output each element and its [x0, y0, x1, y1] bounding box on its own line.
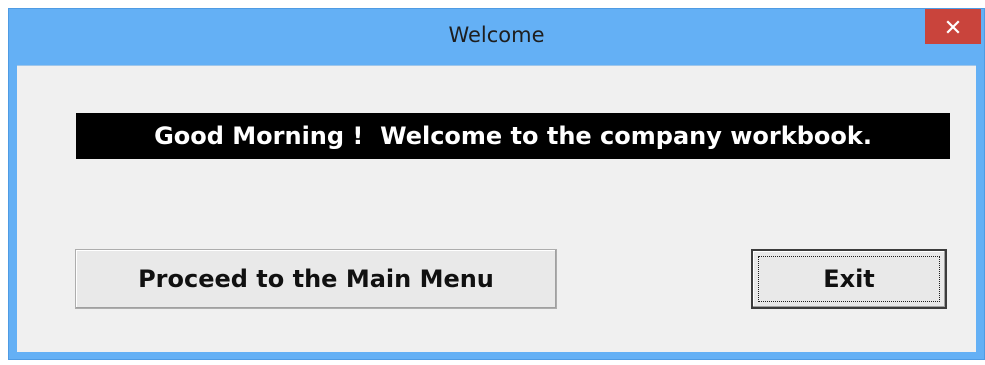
window-title: Welcome [448, 23, 545, 47]
proceed-button-label: Proceed to the Main Menu [138, 265, 494, 293]
welcome-dialog: Welcome Good Morning ! Welcome to the co… [8, 8, 985, 360]
close-button[interactable] [925, 9, 981, 44]
greeting-banner: Good Morning ! Welcome to the company wo… [76, 113, 950, 159]
proceed-main-menu-button[interactable]: Proceed to the Main Menu [75, 249, 557, 309]
exit-button[interactable]: Exit [751, 249, 947, 309]
close-icon [946, 19, 960, 34]
dialog-body: Good Morning ! Welcome to the company wo… [17, 65, 976, 352]
exit-button-label: Exit [823, 265, 875, 293]
title-bar[interactable]: Welcome [9, 9, 984, 65]
